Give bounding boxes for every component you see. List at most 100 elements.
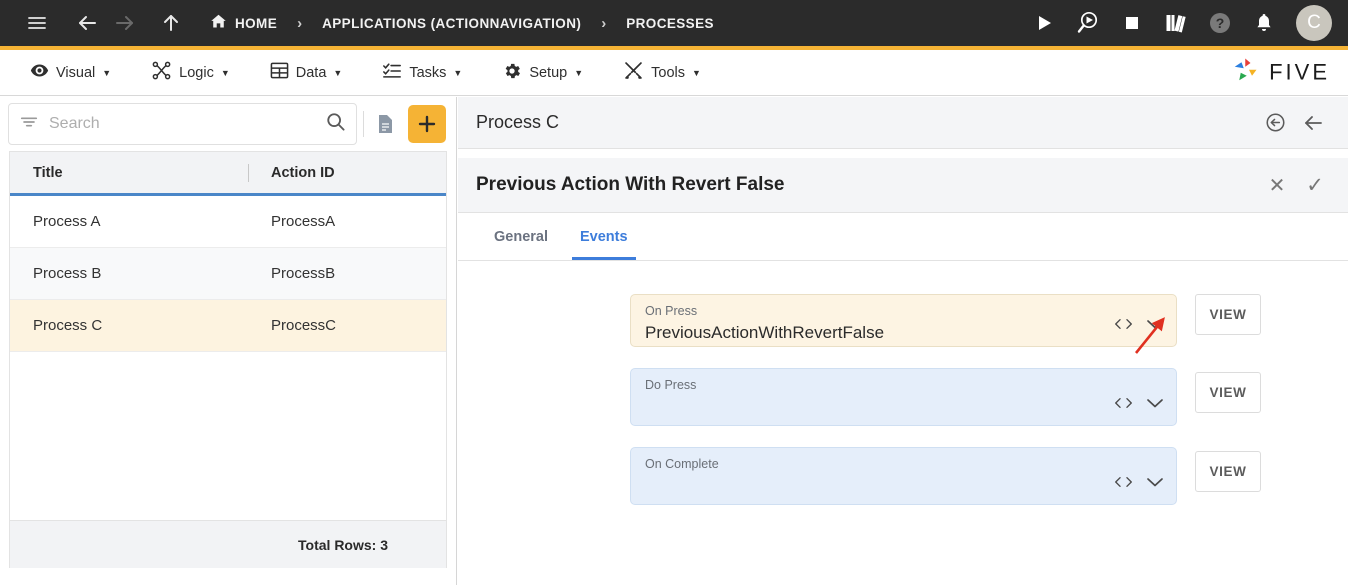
table-row[interactable]: Process A ProcessA: [10, 196, 446, 248]
detail-tabs: General Events: [458, 213, 1348, 261]
brand-name: FIVE: [1269, 60, 1330, 86]
toolbar-divider: [363, 111, 364, 137]
confirm-check-icon[interactable]: ✓: [1296, 166, 1334, 204]
search-input[interactable]: [49, 115, 315, 133]
on-complete-code-brackets-icon[interactable]: [1114, 475, 1133, 489]
table-row-selected[interactable]: Process C ProcessC: [10, 300, 446, 352]
stop-icon[interactable]: [1112, 3, 1152, 43]
chevron-down-icon: ▼: [221, 68, 230, 78]
eye-icon: [30, 61, 49, 84]
column-header-action-id[interactable]: Action ID: [249, 165, 446, 181]
menu-item-setup[interactable]: Setup ▼: [482, 50, 603, 96]
view-label: VIEW: [1210, 385, 1247, 400]
menu-item-data[interactable]: Data ▼: [250, 50, 363, 96]
chevron-down-icon: ▼: [102, 68, 111, 78]
tools-icon: [623, 60, 644, 85]
breadcrumb-processes[interactable]: PROCESSES: [620, 16, 720, 31]
tab-general-label: General: [494, 229, 548, 245]
brand-logo: FIVE: [1231, 55, 1330, 90]
add-button[interactable]: [408, 105, 446, 143]
detail-panel: Process C Previous Action With Revert Fa…: [458, 97, 1348, 585]
menu-item-tasks-label: Tasks: [409, 65, 446, 81]
hamburger-icon[interactable]: [18, 4, 56, 42]
menu-item-tools-label: Tools: [651, 65, 685, 81]
chevron-down-icon: ▼: [692, 68, 701, 78]
breadcrumb-separator: ›: [283, 15, 316, 32]
column-header-title[interactable]: Title: [10, 165, 248, 181]
page-title: Process C: [476, 112, 1256, 133]
back-arrow-icon[interactable]: [1294, 104, 1332, 142]
debug-icon[interactable]: [1068, 3, 1108, 43]
form-header: Previous Action With Revert False ✕ ✓: [458, 158, 1348, 213]
tab-general[interactable]: General: [478, 213, 564, 260]
menu-item-tools[interactable]: Tools ▼: [603, 50, 721, 96]
help-icon[interactable]: ?: [1200, 3, 1240, 43]
on-complete-field-icons: [1114, 475, 1164, 489]
do-press-code-brackets-icon[interactable]: [1114, 396, 1133, 410]
notifications-bell-icon[interactable]: [1244, 3, 1284, 43]
menu-item-tasks[interactable]: Tasks ▼: [362, 50, 482, 96]
on-complete-field[interactable]: On Complete: [630, 447, 1177, 505]
forward-arrow-icon[interactable]: [106, 4, 144, 42]
event-row-on-complete: On Complete VIEW: [630, 447, 1348, 505]
on-complete-view-button[interactable]: VIEW: [1195, 451, 1261, 492]
do-press-chevron-down-icon[interactable]: [1146, 397, 1164, 409]
menu-item-data-label: Data: [296, 65, 327, 81]
avatar-initial: C: [1307, 12, 1321, 34]
on-press-view-button[interactable]: VIEW: [1195, 294, 1261, 335]
search-toolbar: [0, 97, 456, 151]
on-press-code-brackets-icon[interactable]: [1114, 317, 1133, 331]
revert-circle-icon[interactable]: [1256, 104, 1294, 142]
cell-action-id: ProcessC: [249, 317, 446, 334]
event-row-on-press: On Press PreviousActionWithRevertFalse V…: [630, 294, 1348, 347]
menu-item-logic[interactable]: Logic ▼: [131, 50, 250, 96]
breadcrumb-separator: ›: [587, 15, 620, 32]
on-press-field-icons: [1114, 317, 1164, 331]
do-press-view-button[interactable]: VIEW: [1195, 372, 1261, 413]
cell-title: Process B: [10, 265, 249, 282]
run-icon[interactable]: [1024, 3, 1064, 43]
main-menu-bar: Visual ▼ Logic ▼ Data ▼ Tasks ▼: [0, 50, 1348, 96]
search-box[interactable]: [8, 103, 357, 145]
on-press-chevron-down-icon[interactable]: [1146, 318, 1164, 330]
checklist-icon: [382, 61, 402, 85]
on-press-label: On Press: [645, 304, 1176, 319]
up-arrow-icon[interactable]: [152, 4, 190, 42]
application-window: HOME › APPLICATIONS (ACTIONNAVIGATION) ›…: [0, 0, 1348, 585]
cell-title: Process A: [10, 213, 249, 230]
grid-header-row: Title Action ID: [10, 152, 446, 196]
on-press-field[interactable]: On Press PreviousActionWithRevertFalse: [630, 294, 1177, 347]
cell-title: Process C: [10, 317, 249, 334]
do-press-field[interactable]: Do Press: [630, 368, 1177, 426]
breadcrumb-applications-label: APPLICATIONS (ACTIONNAVIGATION): [322, 16, 581, 31]
avatar[interactable]: C: [1296, 5, 1332, 41]
breadcrumb-processes-label: PROCESSES: [626, 16, 714, 31]
five-pinwheel-icon: [1231, 55, 1261, 90]
menu-item-visual[interactable]: Visual ▼: [10, 50, 131, 96]
view-label: VIEW: [1210, 464, 1247, 479]
events-field-list: On Press PreviousActionWithRevertFalse V…: [458, 261, 1348, 505]
logic-nodes-icon: [151, 60, 172, 85]
tab-events-label: Events: [580, 229, 628, 245]
confirm-check-glyph: ✓: [1306, 173, 1324, 198]
back-arrow-icon[interactable]: [68, 4, 106, 42]
breadcrumb-home[interactable]: HOME: [204, 13, 283, 33]
tab-events[interactable]: Events: [564, 213, 644, 260]
total-rows-label: Total Rows: 3: [298, 537, 388, 553]
svg-text:?: ?: [1216, 15, 1225, 31]
on-complete-label: On Complete: [645, 457, 1176, 472]
library-icon[interactable]: [1156, 3, 1196, 43]
chevron-down-icon: ▼: [574, 68, 583, 78]
breadcrumb-applications[interactable]: APPLICATIONS (ACTIONNAVIGATION): [316, 16, 587, 31]
filter-icon[interactable]: [19, 112, 39, 137]
on-complete-chevron-down-icon[interactable]: [1146, 476, 1164, 488]
gear-icon: [502, 61, 522, 85]
close-icon[interactable]: ✕: [1258, 166, 1296, 204]
cell-action-id: ProcessA: [249, 213, 446, 230]
search-icon[interactable]: [325, 111, 346, 137]
document-icon[interactable]: [370, 109, 400, 139]
breadcrumb-area: HOME › APPLICATIONS (ACTIONNAVIGATION) ›…: [0, 4, 1024, 42]
table-row[interactable]: Process B ProcessB: [10, 248, 446, 300]
on-press-value: PreviousActionWithRevertFalse: [645, 320, 1176, 345]
do-press-label: Do Press: [645, 378, 1176, 393]
